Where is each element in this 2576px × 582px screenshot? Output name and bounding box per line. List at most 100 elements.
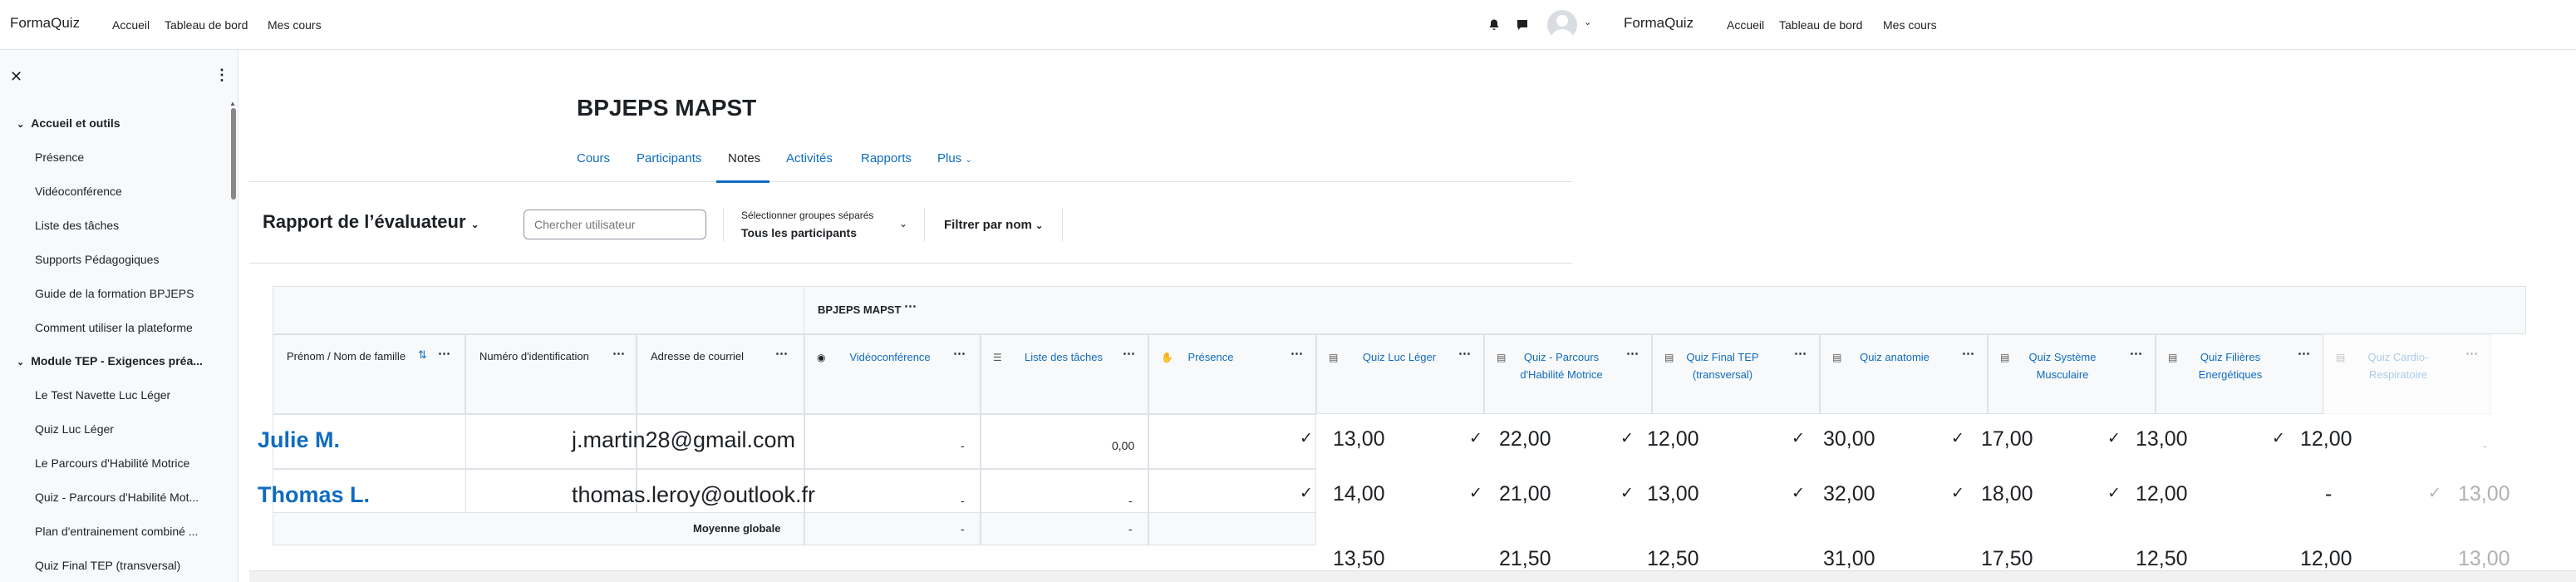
nav-accueil-secondary[interactable]: Accueil [1727,18,1764,32]
grade-quiz-cardio[interactable]: - [2325,482,2332,506]
header-kebab-icon[interactable]: ⋯ [2298,346,2310,361]
bell-icon[interactable] [1487,18,1501,32]
active-tab-indicator [716,180,769,183]
average-visioconference: - [961,522,965,535]
category-kebab-icon[interactable]: ⋯ [904,298,917,313]
check-icon: ✓ [1792,430,1805,447]
close-drawer-icon[interactable]: ✕ [10,68,22,86]
header-item-liste-taches[interactable]: ☰ Liste des tâches ⋯ [981,334,1148,414]
message-icon[interactable] [1516,18,1529,32]
check-icon: ✓ [2272,430,2285,447]
drawer-menu-kebab-icon[interactable]: ⋮ [214,67,229,84]
student-name[interactable]: Julie M. [258,427,340,453]
header-item-quiz-filieres[interactable]: ▤ Quiz Filières Energétiques ⋯ [2156,334,2323,414]
drawer-item-presence[interactable]: Présence [35,150,84,164]
header-kebab-icon[interactable]: ⋯ [612,346,625,361]
header-item-quiz-luc-leger[interactable]: ▤ Quiz Luc Léger ⋯ [1316,334,1484,414]
grade-quiz-systeme-musculaire[interactable]: 18,00 [1981,482,2033,506]
drawer-item-plan-entrainement[interactable]: Plan d'entrainement combiné ... [35,525,198,538]
grade-quiz-luc-leger[interactable]: 14,00 [1333,482,1385,506]
drawer-item-parcours[interactable]: Le Parcours d'Habilité Motrice [35,456,189,470]
header-item-quiz-parcours[interactable]: ▤ Quiz - Parcours d'Habilité Motrice ⋯ [1484,334,1652,414]
grade-quiz-final-tep[interactable]: 12,00 [1647,427,1699,451]
tab-participants[interactable]: Participants [637,151,701,165]
grade-liste-taches[interactable]: - [1128,494,1133,507]
horizontal-scrollbar[interactable] [249,570,2576,582]
divider [1062,208,1063,241]
header-item-visioconference[interactable]: ◉ Vidéoconférence ⋯ [804,334,981,414]
checklist-icon: ☰ [993,352,1002,363]
grade-next-item[interactable]: 13,00 [2458,482,2510,506]
drawer-item-supports[interactable]: Supports Pédagogiques [35,253,159,266]
group-selector-label[interactable]: Sélectionner groupes séparés [741,210,873,221]
drawer-item-test-navette[interactable]: Le Test Navette Luc Léger [35,388,170,402]
nav-tableau-de-bord[interactable]: Tableau de bord [165,18,248,32]
group-selector-value[interactable]: Tous les participants [741,226,857,239]
header-name[interactable]: Prénom / Nom de famille ⇅ ⋯ [273,334,465,414]
header-kebab-icon[interactable]: ⋯ [775,346,788,361]
section-accueil-outils[interactable]: ⌄ Accueil et outils [17,116,120,130]
header-kebab-icon[interactable]: ⋯ [2130,346,2142,361]
drawer-item-comment-utiliser[interactable]: Comment utiliser la plateforme [35,321,193,334]
drawer-item-quiz-parcours[interactable]: Quiz - Parcours d'Habilité Mot... [35,491,199,504]
student-name[interactable]: Thomas L. [258,482,370,508]
grade-quiz-luc-leger[interactable]: 13,00 [1333,427,1385,451]
grade-quiz-final-tep[interactable]: 13,00 [1647,482,1699,506]
header-item-quiz-final-tep[interactable]: ▤ Quiz Final TEP (transversal) ⋯ [1652,334,1820,414]
tab-cours[interactable]: Cours [577,151,610,165]
grade-next-item[interactable]: - [2483,439,2487,452]
header-item-presence[interactable]: ✋ Présence ⋯ [1148,334,1316,414]
header-kebab-icon[interactable]: ⋯ [1458,346,1471,361]
header-kebab-icon[interactable]: ⋯ [1626,346,1639,361]
sort-icon[interactable]: ⇅ [418,348,427,362]
grade-quiz-anatomie[interactable]: 32,00 [1823,482,1875,506]
nav-mes-cours-secondary[interactable]: Mes cours [1883,18,1937,32]
nav-tableau-de-bord-secondary[interactable]: Tableau de bord [1779,18,1862,32]
header-kebab-icon[interactable]: ⋯ [438,346,450,361]
header-kebab-icon[interactable]: ⋯ [2465,346,2478,361]
header-email[interactable]: Adresse de courriel ⋯ [637,334,804,414]
header-item-quiz-systeme-musculaire[interactable]: ▤ Quiz Système Musculaire ⋯ [1988,334,2156,414]
header-kebab-icon[interactable]: ⋯ [1123,346,1135,361]
header-item-quiz-cardio[interactable]: ▤ Quiz Cardio-Respiratoire ⋯ [2323,334,2491,414]
drawer-item-quiz-final-tep[interactable]: Quiz Final TEP (transversal) [35,559,180,572]
tab-rapports[interactable]: Rapports [861,151,912,165]
table-row: Julie M. j.martin28@gmail.com - 0,00 ✓ 1… [258,414,2526,469]
header-kebab-icon[interactable]: ⋯ [1962,346,1974,361]
header-kebab-icon[interactable]: ⋯ [1794,346,1807,361]
nav-mes-cours[interactable]: Mes cours [268,18,322,32]
tab-notes[interactable]: Notes [728,151,760,165]
chevron-down-icon[interactable]: ⌄ [899,218,907,229]
brand-logo-secondary[interactable]: FormaQuiz [1624,15,1694,32]
avatar[interactable] [1547,10,1577,40]
grade-liste-taches[interactable]: 0,00 [1112,439,1134,452]
grade-quiz-parcours[interactable]: 22,00 [1499,427,1551,451]
grade-visioconference[interactable]: - [961,494,965,507]
drawer-item-liste-taches[interactable]: Liste des tâches [35,219,119,232]
section-module-tep[interactable]: ⌄ Module TEP - Exigences préa... [17,354,203,367]
drawer-item-quiz-luc-leger[interactable]: Quiz Luc Léger [35,422,114,436]
search-user-input[interactable] [524,210,706,239]
grade-visioconference[interactable]: - [961,439,965,452]
grade-quiz-anatomie[interactable]: 30,00 [1823,427,1875,451]
brand-logo[interactable]: FormaQuiz [10,15,80,32]
drawer-scrollbar[interactable] [231,108,236,200]
scroll-up-icon[interactable]: ▲ [229,100,236,107]
header-kebab-icon[interactable]: ⋯ [1290,346,1303,361]
header-idnumber[interactable]: Numéro d'identification ⋯ [465,334,637,414]
drawer-item-visioconference[interactable]: Vidéoconférence [35,185,122,198]
grade-quiz-filieres[interactable]: 12,00 [2136,482,2188,506]
tab-activites[interactable]: Activités [786,151,833,165]
user-menu-chevron-icon[interactable]: ⌄ [1584,17,1591,27]
grade-quiz-parcours[interactable]: 21,00 [1499,482,1551,506]
grade-quiz-systeme-musculaire[interactable]: 17,00 [1981,427,2033,451]
header-kebab-icon[interactable]: ⋯ [953,346,966,361]
filter-by-name-button[interactable]: Filtrer par nom ⌄ [944,218,1043,232]
nav-accueil[interactable]: Accueil [112,18,150,32]
drawer-item-guide[interactable]: Guide de la formation BPJEPS [35,287,194,300]
grade-quiz-filieres[interactable]: 13,00 [2136,427,2188,451]
grade-quiz-cardio[interactable]: 12,00 [2300,427,2352,451]
header-item-quiz-anatomie[interactable]: ▤ Quiz anatomie ⋯ [1820,334,1988,414]
report-selector[interactable]: Rapport de l’évaluateur ⌄ [263,211,479,233]
tab-plus[interactable]: Plus ⌄ [937,151,972,165]
